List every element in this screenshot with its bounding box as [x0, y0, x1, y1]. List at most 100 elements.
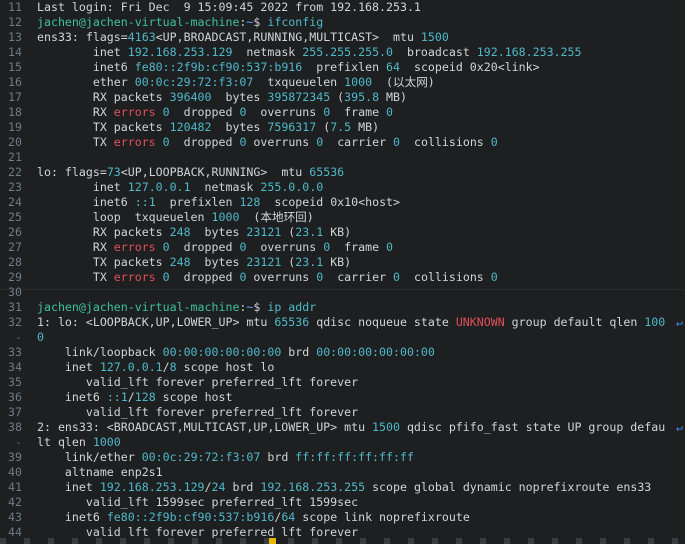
- line-number: 17: [8, 90, 22, 104]
- text-segment: 0: [490, 135, 498, 149]
- text-segment: scopeid 0x10<host>: [260, 195, 401, 209]
- text-segment: Last login: Fri Dec 9 15:09:45 2022 from…: [37, 0, 421, 14]
- line-number: 35: [8, 375, 22, 389]
- text-segment: 192.168.253.255: [476, 45, 582, 59]
- text-segment: ifconfig: [267, 15, 324, 29]
- line-number: 23: [8, 180, 22, 194]
- line-text: link/ether 00:0c:29:72:f3:07 brd ff:ff:f…: [37, 450, 414, 465]
- terminal-line: 32 1: lo: <LOOPBACK,UP,LOWER_UP> mtu 6553…: [0, 315, 685, 330]
- text-segment: 395872345: [267, 90, 331, 104]
- text-segment: scope link noprefixroute: [295, 510, 470, 524]
- text-segment: ip addr: [267, 300, 317, 314]
- line-number: 26: [8, 225, 22, 239]
- text-segment: overruns: [246, 270, 317, 284]
- text-segment: 0: [162, 105, 170, 119]
- text-segment: 127.0.0.1: [99, 360, 163, 374]
- text-segment: bytes: [211, 120, 268, 134]
- text-segment: $: [253, 300, 268, 314]
- line-text: inet6 ::1 prefixlen 128 scopeid 0x10<hos…: [37, 195, 400, 210]
- text-segment: 0: [162, 270, 170, 284]
- terminal-window[interactable]: 11 Last login: Fri Dec 9 15:09:45 2022 fr…: [0, 0, 685, 544]
- line-number: 40: [8, 465, 22, 479]
- text-segment: 0: [386, 105, 394, 119]
- line-number: 41: [8, 480, 22, 494]
- text-segment: TX: [37, 270, 114, 284]
- line-text: inet 127.0.0.1/8 scope host lo: [37, 360, 274, 375]
- text-segment: TX packets: [37, 255, 170, 269]
- text-segment: fe80::2f9b:cf90:537:b916: [134, 60, 303, 74]
- text-segment: (本地环回): [239, 210, 314, 224]
- line-text: lo: flags=73<UP,LOOPBACK,RUNNING> mtu 65…: [37, 165, 344, 180]
- text-segment: dropped: [169, 105, 240, 119]
- text-segment: 0: [386, 240, 394, 254]
- line-number: 31: [8, 300, 22, 314]
- text-segment: RX packets: [37, 225, 170, 239]
- text-segment: KB): [323, 225, 352, 239]
- text-segment: frame: [330, 240, 387, 254]
- terminal-line: 31 jachen@jachen-virtual-machine:~$ ip ad…: [0, 300, 685, 315]
- terminal-line: 20 TX errors 0 dropped 0 overruns 0 carr…: [0, 135, 685, 150]
- line-number: 16: [8, 75, 22, 89]
- text-segment: 0: [162, 135, 170, 149]
- text-segment: overruns: [246, 240, 324, 254]
- text-segment: valid_lft forever preferred_lft forever: [37, 375, 359, 389]
- text-segment: lt qlen: [37, 435, 93, 449]
- text-segment: collisions: [400, 270, 491, 284]
- line-text: jachen@jachen-virtual-machine:~$ ip addr: [37, 300, 316, 315]
- text-segment: 7596317: [267, 120, 317, 134]
- text-segment: 395.8: [344, 90, 380, 104]
- text-segment: qdisc noqueue state: [309, 315, 456, 329]
- terminal-line: 39 link/ether 00:0c:29:72:f3:07 brd ff:f…: [0, 450, 685, 465]
- text-segment: 00:0c:29:72:f3:07: [141, 450, 261, 464]
- text-segment: RX: [37, 105, 114, 119]
- text-segment: 00:00:00:00:00:00: [316, 345, 435, 359]
- text-segment: /: [127, 390, 135, 404]
- terminal-line: 27 RX errors 0 dropped 0 overruns 0 fram…: [0, 240, 685, 255]
- text-segment: bytes: [211, 90, 268, 104]
- text-segment: bytes: [190, 225, 247, 239]
- text-segment: collisions: [400, 135, 491, 149]
- terminal-line: 25 loop txqueuelen 1000 (本地环回): [0, 210, 685, 225]
- text-segment: prefixlen: [155, 195, 240, 209]
- text-segment: errors: [113, 105, 156, 119]
- text-segment: MB): [379, 90, 407, 104]
- text-segment: altname enp2s1: [37, 465, 163, 479]
- line-text: RX errors 0 dropped 0 overruns 0 frame 0: [37, 105, 393, 120]
- line-text: inet 192.168.253.129/24 brd 192.168.253.…: [37, 480, 651, 495]
- line-text: jachen@jachen-virtual-machine:~$ ifconfi…: [37, 15, 323, 30]
- text-segment: bytes: [190, 255, 247, 269]
- text-segment: inet: [37, 180, 128, 194]
- text-segment: 2: ens33: <BROADCAST,MULTICAST,UP,LOWER_…: [37, 420, 373, 434]
- text-segment: <UP,LOOPBACK,RUNNING> mtu: [120, 165, 310, 179]
- text-segment: errors: [113, 240, 156, 254]
- text-segment: broadcast: [393, 45, 477, 59]
- terminal-line: 29 TX errors 0 dropped 0 overruns 0 carr…: [0, 270, 685, 285]
- text-segment: 0: [490, 270, 498, 284]
- terminal-line: 16 ether 00:0c:29:72:f3:07 txqueuelen 10…: [0, 75, 685, 90]
- line-number: 20: [8, 135, 22, 149]
- text-segment: RX packets: [37, 90, 170, 104]
- text-segment: brd: [225, 480, 261, 494]
- text-segment: 00:0c:29:72:f3:07: [134, 75, 254, 89]
- text-segment: 1500: [420, 30, 449, 44]
- line-text: Last login: Fri Dec 9 15:09:45 2022 from…: [37, 0, 421, 15]
- terminal-line: 33 link/loopback 00:00:00:00:00:00 brd 0…: [0, 345, 685, 360]
- text-segment: /: [162, 360, 170, 374]
- text-segment: frame: [330, 105, 387, 119]
- text-segment: KB): [323, 255, 352, 269]
- text-segment: /: [204, 480, 212, 494]
- bottom-scroll-track[interactable]: [0, 538, 685, 544]
- line-text: link/loopback 00:00:00:00:00:00 brd 00:0…: [37, 345, 435, 360]
- text-segment: link/loopback: [37, 345, 163, 359]
- line-text: altname enp2s1: [37, 465, 163, 480]
- text-segment: scopeid 0x20<link>: [400, 60, 540, 74]
- text-segment: (: [281, 225, 296, 239]
- terminal-line: 11 Last login: Fri Dec 9 15:09:45 2022 fr…: [0, 0, 685, 15]
- text-segment: inet: [37, 360, 100, 374]
- line-number: -: [15, 435, 22, 449]
- text-segment: TX: [37, 135, 114, 149]
- line-text: inet6 fe80::2f9b:cf90:537:b916 prefixlen…: [37, 60, 540, 75]
- text-segment: ff:ff:ff:ff:ff:ff: [295, 450, 414, 464]
- text-segment: $: [253, 15, 268, 29]
- line-number: 25: [8, 210, 22, 224]
